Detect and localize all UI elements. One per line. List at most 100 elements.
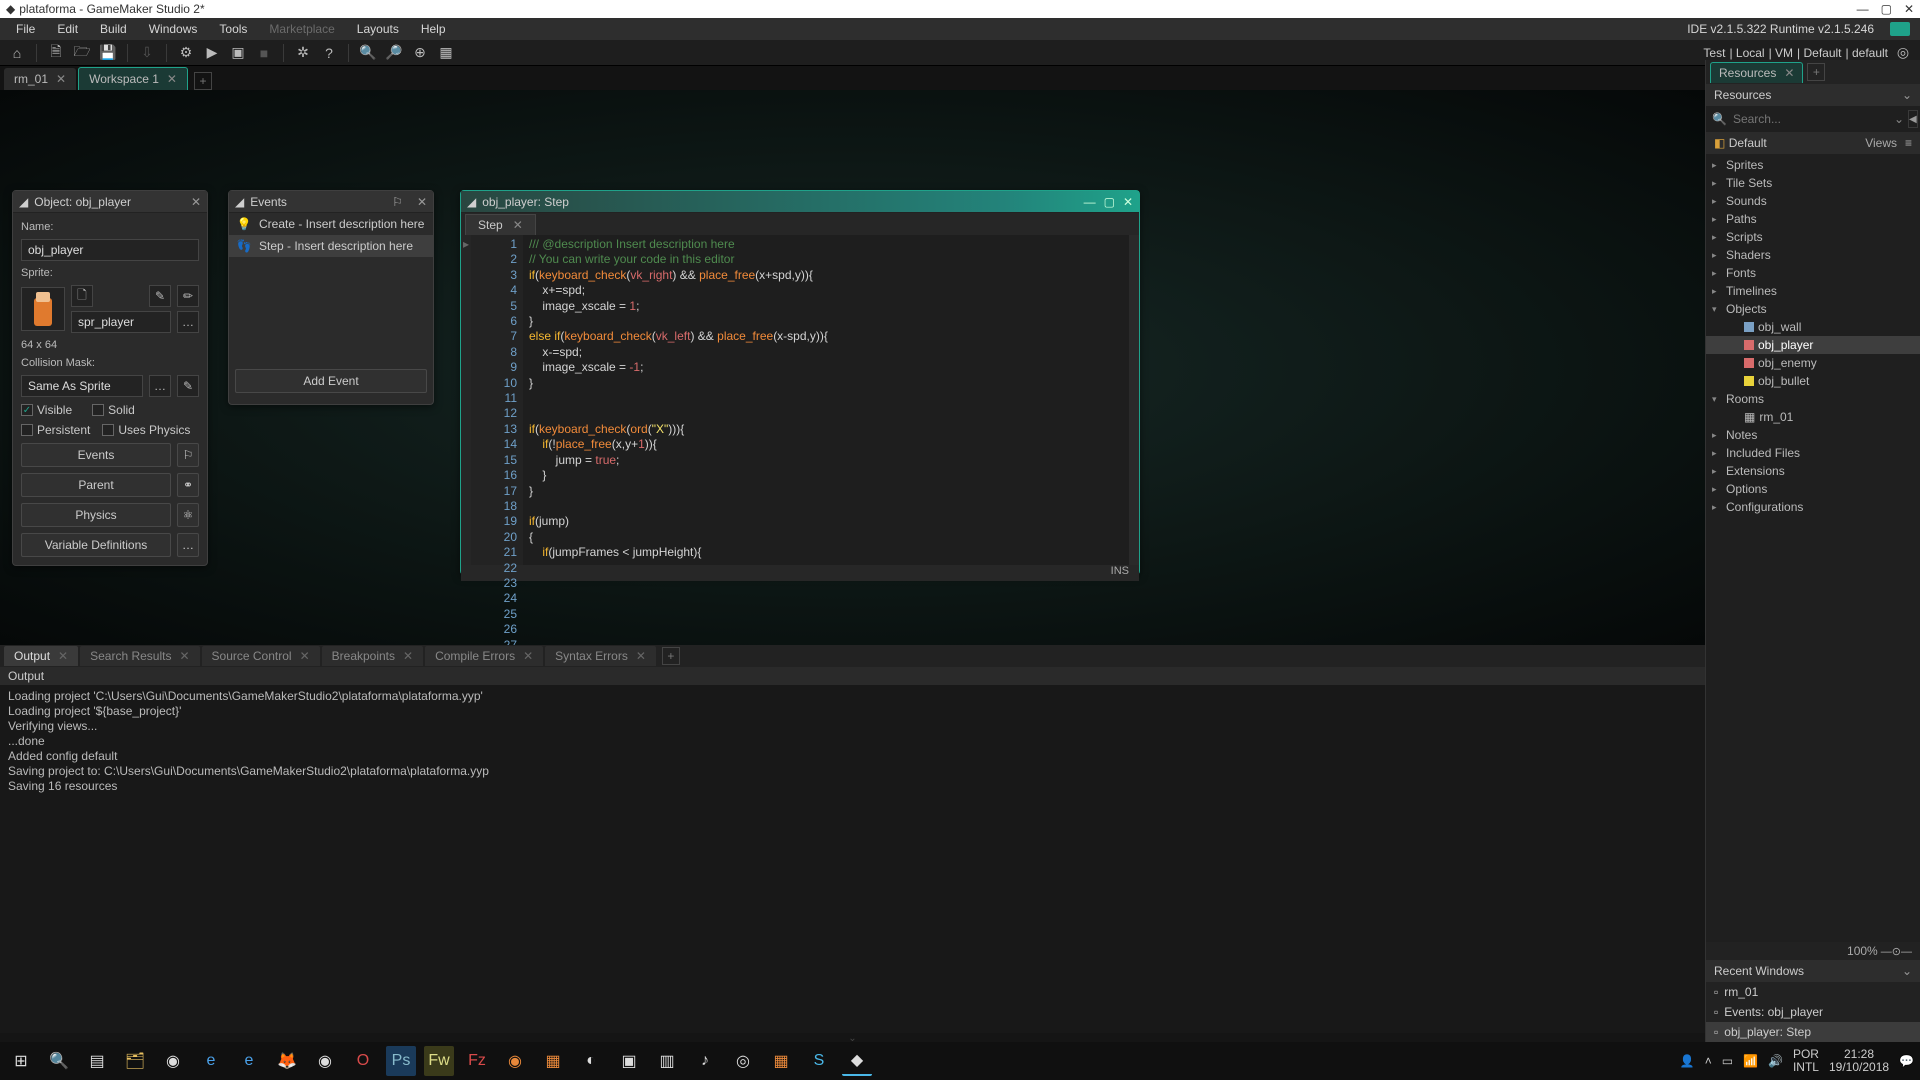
menu-marketplace[interactable]: Marketplace: [259, 20, 344, 38]
object-name-input[interactable]: [21, 239, 199, 261]
menu-help[interactable]: Help: [411, 20, 456, 38]
settings-icon[interactable]: ✲: [292, 42, 314, 64]
zoom-out-icon[interactable]: 🔎: [383, 42, 405, 64]
zoom-indicator[interactable]: 100% —⊙—: [1706, 942, 1920, 960]
tree-folder[interactable]: ▸Fonts: [1706, 264, 1920, 282]
output-tab[interactable]: Source Control✕: [202, 646, 320, 666]
output-tab[interactable]: Compile Errors✕: [425, 646, 543, 666]
tree-folder[interactable]: ▸Included Files: [1706, 444, 1920, 462]
app-icon-4[interactable]: ▥: [652, 1046, 682, 1076]
search-input[interactable]: [1731, 110, 1890, 128]
sync-icon[interactable]: [1890, 22, 1910, 36]
sprite-preview[interactable]: [21, 287, 65, 331]
tree-leaf[interactable]: obj_player: [1706, 336, 1920, 354]
tree-folder[interactable]: ▸Timelines: [1706, 282, 1920, 300]
events-expand-icon[interactable]: ⚐: [177, 443, 199, 467]
menu-layouts[interactable]: Layouts: [347, 20, 409, 38]
target-local[interactable]: | Local: [1729, 46, 1764, 60]
tray-clock[interactable]: 21:2819/10/2018: [1829, 1048, 1889, 1074]
tray-up-icon[interactable]: ˄: [1705, 1054, 1712, 1068]
sprite-picker-icon[interactable]: …: [177, 311, 199, 333]
collapse-icon[interactable]: ◢: [467, 195, 476, 209]
save-icon[interactable]: 💾: [97, 42, 119, 64]
event-item[interactable]: 👣Step - Insert description here: [229, 235, 433, 257]
add-event-button[interactable]: Add Event: [235, 369, 427, 393]
tree-folder[interactable]: ▸Paths: [1706, 210, 1920, 228]
mask-picker-icon[interactable]: …: [149, 375, 171, 397]
explorer-icon[interactable]: 🗂: [120, 1046, 150, 1076]
taskview-icon[interactable]: ▤: [82, 1046, 112, 1076]
new-icon[interactable]: 🗎: [45, 42, 67, 64]
menu-edit[interactable]: Edit: [47, 20, 88, 38]
output-tab[interactable]: Syntax Errors✕: [545, 646, 656, 666]
photoshop-icon[interactable]: Ps: [386, 1046, 416, 1076]
start-icon[interactable]: ⊞: [6, 1046, 36, 1076]
fireworks-icon[interactable]: Fw: [424, 1046, 454, 1076]
close-tab-icon[interactable]: ✕: [403, 649, 413, 663]
tree-folder[interactable]: ▸Sounds: [1706, 192, 1920, 210]
output-body[interactable]: Loading project 'C:\Users\Gui\Documents\…: [0, 685, 1705, 1033]
tree-folder[interactable]: ▸Scripts: [1706, 228, 1920, 246]
tree-folder[interactable]: ▸Sprites: [1706, 156, 1920, 174]
events-button[interactable]: Events: [21, 443, 171, 467]
build-icon[interactable]: ⚙: [175, 42, 197, 64]
close-icon[interactable]: ✕: [1904, 2, 1914, 16]
tree-folder[interactable]: ▸Configurations: [1706, 498, 1920, 516]
tree-folder[interactable]: ▸Tile Sets: [1706, 174, 1920, 192]
collapse-icon[interactable]: ◢: [235, 195, 244, 209]
debug-icon[interactable]: ▣: [227, 42, 249, 64]
default-view[interactable]: Default: [1729, 136, 1767, 150]
add-tab-button[interactable]: +: [194, 72, 212, 90]
tree-folder[interactable]: ▸Notes: [1706, 426, 1920, 444]
sprite-name-input[interactable]: [71, 311, 171, 333]
recent-header[interactable]: Recent Windows⌄: [1706, 960, 1920, 982]
close-tab-icon[interactable]: ✕: [523, 649, 533, 663]
output-tab[interactable]: Output✕: [4, 646, 78, 666]
sublime-icon[interactable]: ▦: [766, 1046, 796, 1076]
add-output-tab[interactable]: +: [662, 647, 680, 665]
mask-input[interactable]: [21, 375, 143, 397]
import-icon[interactable]: ⇩: [136, 42, 158, 64]
views-label[interactable]: Views: [1865, 136, 1897, 150]
target-default[interactable]: | Default: [1797, 46, 1841, 60]
gms-icon[interactable]: ◆: [842, 1046, 872, 1076]
app-icon-3[interactable]: ▣: [614, 1046, 644, 1076]
add-side-tab[interactable]: +: [1807, 63, 1825, 81]
eclipse-icon[interactable]: ◐: [576, 1046, 606, 1076]
code-tab-step[interactable]: Step✕: [465, 214, 536, 235]
new-sprite-icon[interactable]: 🗋: [71, 285, 93, 307]
skype-icon[interactable]: S: [804, 1046, 834, 1076]
steam-icon[interactable]: ◉: [158, 1046, 188, 1076]
tree-leaf[interactable]: obj_wall: [1706, 318, 1920, 336]
close-tab-icon[interactable]: ✕: [58, 649, 68, 663]
target-vm[interactable]: | VM: [1769, 46, 1793, 60]
maximize-code-icon[interactable]: ▢: [1104, 195, 1115, 209]
open-icon[interactable]: 🗁: [71, 42, 93, 64]
search-task-icon[interactable]: 🔍: [44, 1046, 74, 1076]
views-menu-icon[interactable]: ≡: [1905, 136, 1912, 150]
tree-folder[interactable]: ▸Shaders: [1706, 246, 1920, 264]
parent-expand-icon[interactable]: ⚭: [177, 473, 199, 497]
tray-lang[interactable]: PORINTL: [1793, 1048, 1819, 1074]
dock-grip[interactable]: ⌄: [0, 1033, 1705, 1042]
recent-item[interactable]: ▫Events: obj_player: [1706, 1002, 1920, 1022]
close-tab-icon[interactable]: ✕: [513, 218, 523, 232]
chevron-down-icon[interactable]: ⌄: [1902, 964, 1912, 978]
target-default[interactable]: | default: [1846, 46, 1888, 60]
maximize-icon[interactable]: ▢: [1881, 2, 1892, 16]
tree-leaf[interactable]: obj_bullet: [1706, 372, 1920, 390]
search-dropdown-icon[interactable]: ⌄: [1894, 112, 1904, 126]
close-code-icon[interactable]: ✕: [1123, 195, 1133, 209]
close-tab-icon[interactable]: ✕: [167, 72, 177, 86]
tray-volume-icon[interactable]: 🔊: [1768, 1054, 1783, 1068]
brush-icon[interactable]: ✏: [177, 285, 199, 307]
menu-file[interactable]: File: [6, 20, 45, 38]
resources-tab[interactable]: Resources✕: [1710, 62, 1803, 83]
home-icon[interactable]: ⌂: [6, 42, 28, 64]
resources-header[interactable]: Resources⌄: [1706, 84, 1920, 106]
zoom-reset-icon[interactable]: ⊕: [409, 42, 431, 64]
physics-checkbox[interactable]: Uses Physics: [102, 423, 190, 437]
help-icon[interactable]: ?: [318, 42, 340, 64]
edit-sprite-icon[interactable]: ✎: [149, 285, 171, 307]
minimize-code-icon[interactable]: —: [1084, 195, 1096, 209]
